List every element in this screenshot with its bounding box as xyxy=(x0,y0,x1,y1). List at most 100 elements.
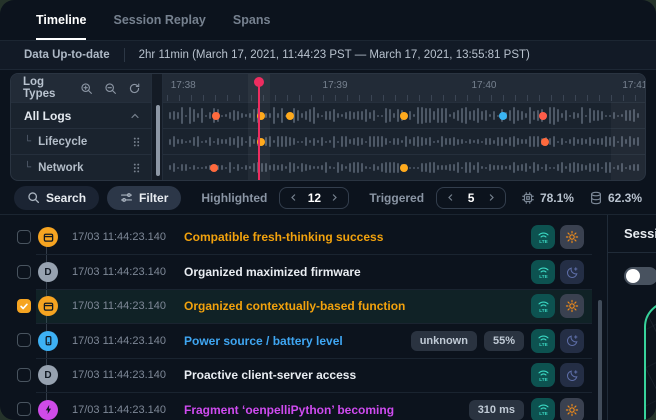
sun-badge[interactable] xyxy=(560,398,584,420)
log-row[interactable]: D 17/03 11:44:23.140 Proactive client-se… xyxy=(0,358,592,392)
resource-meters: 78.1% 62.3% xyxy=(521,191,642,205)
wave-row-all-logs[interactable] xyxy=(163,102,645,128)
moon-badge[interactable] xyxy=(560,260,584,284)
log-message[interactable]: Fragment ‘oenpelliPython’ becoming xyxy=(184,403,394,417)
lte-badge[interactable]: LTE xyxy=(531,398,555,420)
wave-row-lifecycle[interactable] xyxy=(163,128,645,154)
divider xyxy=(124,48,125,62)
log-row[interactable]: 17/03 11:44:23.140 Power source / batter… xyxy=(0,323,592,357)
lte-badge[interactable]: LTE xyxy=(531,225,555,249)
row-checkbox[interactable] xyxy=(17,299,31,313)
waveform-area: 17:3817:3917:4017:41 xyxy=(163,74,645,180)
event-marker[interactable] xyxy=(210,164,218,172)
event-marker[interactable] xyxy=(541,138,549,146)
log-value-pill: unknown xyxy=(411,331,477,351)
log-type-row-all-logs[interactable]: All Logs xyxy=(11,102,151,128)
row-checkbox[interactable] xyxy=(17,333,31,347)
lte-badge[interactable]: LTE xyxy=(531,329,555,353)
time-ruler[interactable]: 17:3817:3917:4017:41 xyxy=(163,74,645,102)
database-icon xyxy=(589,191,603,205)
timeline-scrollbar[interactable] xyxy=(151,74,163,180)
row-checkbox[interactable] xyxy=(17,368,31,382)
chevron-left-icon[interactable] xyxy=(289,193,298,202)
log-timestamp: 17/03 11:44:23.140 xyxy=(72,335,176,347)
row-checkbox[interactable] xyxy=(17,265,31,279)
log-value-pill: 55% xyxy=(484,331,524,351)
battery-icon xyxy=(38,331,58,351)
session-panel-body: Da xyxy=(608,253,656,420)
app-window: Timeline Session Replay Spans Data Up-to-d… xyxy=(0,0,656,420)
log-timestamp: 17/03 11:44:23.140 xyxy=(72,300,176,312)
event-marker[interactable] xyxy=(286,112,294,120)
moon-badge[interactable] xyxy=(560,363,584,387)
timeline-scrollbar-thumb[interactable] xyxy=(156,105,160,176)
row-checkbox[interactable] xyxy=(17,230,31,244)
lte-badge[interactable]: LTE xyxy=(531,294,555,318)
log-list-scrollbar[interactable] xyxy=(592,215,607,420)
zoom-out-icon[interactable] xyxy=(104,82,117,95)
log-timestamp: 17/03 11:44:23.140 xyxy=(72,404,176,416)
sun-badge[interactable] xyxy=(560,294,584,318)
chevron-right-icon[interactable] xyxy=(330,193,339,202)
drag-handle-icon[interactable] xyxy=(132,162,141,174)
event-marker[interactable] xyxy=(212,112,220,120)
log-row[interactable]: 17/03 11:44:23.140 Organized contextuall… xyxy=(0,289,592,323)
event-marker[interactable] xyxy=(400,164,408,172)
log-row[interactable]: 17/03 11:44:23.140 Compatible fresh-thin… xyxy=(0,220,592,254)
lte-badge[interactable]: LTE xyxy=(531,363,555,387)
tab-bar: Timeline Session Replay Spans xyxy=(0,0,656,41)
future-region xyxy=(611,102,645,180)
log-message[interactable]: Proactive client-server access xyxy=(184,368,356,382)
log-types-panel: Log Types All Logs└Lifecycle└Network xyxy=(11,74,151,180)
timeline-panel: Log Types All Logs└Lifecycle└Network 17:… xyxy=(10,73,646,181)
time-tick-label: 17:41 xyxy=(622,80,646,91)
highlighted-label: Highlighted xyxy=(201,191,267,205)
log-type-row-network[interactable]: └Network xyxy=(11,154,151,180)
tree-corner-icon: └ xyxy=(24,162,31,173)
filter-button[interactable]: Filter xyxy=(107,186,181,210)
chevron-right-icon[interactable] xyxy=(487,193,496,202)
toolbar: Search Filter Highlighted 12 Triggered 5 xyxy=(0,181,656,214)
log-list: 17/03 11:44:23.140 Compatible fresh-thin… xyxy=(0,215,592,420)
log-message[interactable]: Power source / battery level xyxy=(184,334,343,348)
search-button[interactable]: Search xyxy=(14,186,99,210)
device-preview[interactable] xyxy=(644,301,656,420)
flash-icon xyxy=(38,400,58,420)
tab-session-replay[interactable]: Session Replay xyxy=(113,0,205,40)
session-toggle[interactable] xyxy=(624,267,656,285)
moon-badge[interactable] xyxy=(560,329,584,353)
zoom-in-icon[interactable] xyxy=(80,82,93,95)
memory-meter: 62.3% xyxy=(589,191,642,205)
drag-handle-icon[interactable] xyxy=(132,136,141,148)
tab-spans[interactable]: Spans xyxy=(233,0,271,40)
tab-timeline[interactable]: Timeline xyxy=(36,0,86,40)
debug-icon: D xyxy=(38,262,58,282)
time-tick-label: 17:38 xyxy=(171,80,196,91)
card-icon xyxy=(38,296,58,316)
playhead[interactable] xyxy=(258,81,260,180)
bottom-section: 17/03 11:44:23.140 Compatible fresh-thin… xyxy=(0,214,656,420)
log-row[interactable]: 17/03 11:44:23.140 Fragment ‘oenpelliPyt… xyxy=(0,392,592,420)
log-message[interactable]: Organized contextually-based function xyxy=(184,299,405,313)
waveform xyxy=(163,129,645,154)
chevron-up-icon[interactable] xyxy=(129,110,141,122)
svg-text:LTE: LTE xyxy=(539,342,547,347)
event-marker[interactable] xyxy=(499,112,507,120)
refresh-icon[interactable] xyxy=(128,82,141,95)
log-type-row-lifecycle[interactable]: └Lifecycle xyxy=(11,128,151,154)
sun-badge[interactable] xyxy=(560,225,584,249)
lte-badge[interactable]: LTE xyxy=(531,260,555,284)
highlighted-value: 12 xyxy=(307,191,321,205)
event-marker[interactable] xyxy=(539,112,547,120)
chevron-left-icon[interactable] xyxy=(446,193,455,202)
log-message[interactable]: Compatible fresh-thinking success xyxy=(184,230,383,244)
row-checkbox[interactable] xyxy=(17,402,31,416)
event-marker[interactable] xyxy=(400,112,408,120)
log-message[interactable]: Organized maximized firmware xyxy=(184,265,361,279)
data-up-to-date-label: Data Up-to-date xyxy=(24,49,110,61)
svg-text:LTE: LTE xyxy=(539,411,547,416)
wave-row-network[interactable] xyxy=(163,154,645,180)
log-row[interactable]: D 17/03 11:44:23.140 Organized maximized… xyxy=(0,254,592,288)
log-list-scrollbar-thumb[interactable] xyxy=(598,300,602,420)
triggered-value: 5 xyxy=(464,191,478,205)
